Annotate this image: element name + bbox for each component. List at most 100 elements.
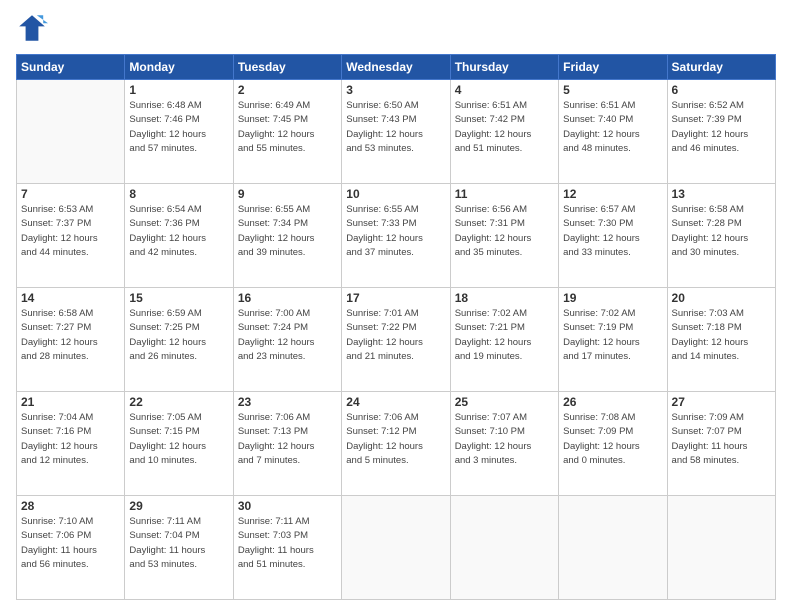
calendar-cell: 22Sunrise: 7:05 AM Sunset: 7:15 PM Dayli…: [125, 392, 233, 496]
calendar-week-row: 21Sunrise: 7:04 AM Sunset: 7:16 PM Dayli…: [17, 392, 776, 496]
calendar-cell: [17, 80, 125, 184]
calendar-cell: 1 Sunrise: 6:48 AM Sunset: 7:46 PM Daylig…: [125, 80, 233, 184]
calendar-cell: 10 Sunrise: 6:55 AM Sunset: 7:33 PM Dayli…: [342, 184, 450, 288]
logo-icon: [16, 12, 48, 44]
day-info: Sunrise: 6:59 AM Sunset: 7:25 PM Dayligh…: [129, 307, 228, 364]
day-info: Sunrise: 7:06 AM Sunset: 7:13 PM Dayligh…: [238, 411, 337, 468]
day-number: 25: [455, 395, 554, 409]
day-info: Sunrise: 7:11 AM Sunset: 7:04 PM Dayligh…: [129, 515, 228, 572]
day-info: Sunrise: 6:56 AM Sunset: 7:31 PM Dayligh…: [455, 203, 554, 260]
calendar-cell: 15 Sunrise: 6:59 AM Sunset: 7:25 PM Dayli…: [125, 288, 233, 392]
day-number: 16: [238, 291, 337, 305]
day-info: Sunrise: 6:53 AM Sunset: 7:37 PM Dayligh…: [21, 203, 120, 260]
day-info: Sunrise: 6:51 AM Sunset: 7:40 PM Dayligh…: [563, 99, 662, 156]
day-number: 8: [129, 187, 228, 201]
calendar-week-row: 28 Sunrise: 7:10 AM Sunset: 7:06 PM Dayli…: [17, 496, 776, 600]
day-number: 29: [129, 499, 228, 513]
calendar-week-row: 1 Sunrise: 6:48 AM Sunset: 7:46 PM Daylig…: [17, 80, 776, 184]
day-number: 20: [672, 291, 771, 305]
day-info: Sunrise: 6:55 AM Sunset: 7:34 PM Dayligh…: [238, 203, 337, 260]
calendar-cell: 30 Sunrise: 7:11 AM Sunset: 7:03 PM Dayli…: [233, 496, 341, 600]
day-info: Sunrise: 7:04 AM Sunset: 7:16 PM Dayligh…: [21, 411, 120, 468]
day-info: Sunrise: 6:57 AM Sunset: 7:30 PM Dayligh…: [563, 203, 662, 260]
calendar-cell: 3 Sunrise: 6:50 AM Sunset: 7:43 PM Daylig…: [342, 80, 450, 184]
calendar-week-row: 7 Sunrise: 6:53 AM Sunset: 7:37 PM Daylig…: [17, 184, 776, 288]
day-number: 7: [21, 187, 120, 201]
calendar-cell: 13Sunrise: 6:58 AM Sunset: 7:28 PM Dayli…: [667, 184, 775, 288]
calendar-cell: 11 Sunrise: 6:56 AM Sunset: 7:31 PM Dayli…: [450, 184, 558, 288]
day-info: Sunrise: 7:08 AM Sunset: 7:09 PM Dayligh…: [563, 411, 662, 468]
day-number: 3: [346, 83, 445, 97]
calendar-cell: 2Sunrise: 6:49 AM Sunset: 7:45 PM Daylig…: [233, 80, 341, 184]
day-number: 4: [455, 83, 554, 97]
weekday-header-wednesday: Wednesday: [342, 55, 450, 80]
day-info: Sunrise: 7:11 AM Sunset: 7:03 PM Dayligh…: [238, 515, 337, 572]
day-number: 13: [672, 187, 771, 201]
calendar-cell: 21Sunrise: 7:04 AM Sunset: 7:16 PM Dayli…: [17, 392, 125, 496]
day-number: 11: [455, 187, 554, 201]
day-info: Sunrise: 7:06 AM Sunset: 7:12 PM Dayligh…: [346, 411, 445, 468]
day-info: Sunrise: 7:10 AM Sunset: 7:06 PM Dayligh…: [21, 515, 120, 572]
calendar-cell: 4 Sunrise: 6:51 AM Sunset: 7:42 PM Daylig…: [450, 80, 558, 184]
day-info: Sunrise: 6:48 AM Sunset: 7:46 PM Dayligh…: [129, 99, 228, 156]
day-info: Sunrise: 6:49 AM Sunset: 7:45 PM Dayligh…: [238, 99, 337, 156]
day-number: 9: [238, 187, 337, 201]
calendar-cell: [559, 496, 667, 600]
day-number: 12: [563, 187, 662, 201]
day-info: Sunrise: 6:52 AM Sunset: 7:39 PM Dayligh…: [672, 99, 771, 156]
header: [16, 12, 776, 44]
calendar-table: SundayMondayTuesdayWednesdayThursdayFrid…: [16, 54, 776, 600]
day-number: 30: [238, 499, 337, 513]
weekday-header-saturday: Saturday: [667, 55, 775, 80]
day-number: 26: [563, 395, 662, 409]
calendar-cell: 26 Sunrise: 7:08 AM Sunset: 7:09 PM Dayli…: [559, 392, 667, 496]
day-number: 6: [672, 83, 771, 97]
calendar-cell: 5Sunrise: 6:51 AM Sunset: 7:40 PM Daylig…: [559, 80, 667, 184]
calendar-cell: [667, 496, 775, 600]
day-number: 27: [672, 395, 771, 409]
calendar-cell: 18Sunrise: 7:02 AM Sunset: 7:21 PM Dayli…: [450, 288, 558, 392]
day-info: Sunrise: 6:51 AM Sunset: 7:42 PM Dayligh…: [455, 99, 554, 156]
weekday-header-sunday: Sunday: [17, 55, 125, 80]
day-info: Sunrise: 7:01 AM Sunset: 7:22 PM Dayligh…: [346, 307, 445, 364]
calendar-cell: 7 Sunrise: 6:53 AM Sunset: 7:37 PM Daylig…: [17, 184, 125, 288]
day-info: Sunrise: 6:58 AM Sunset: 7:27 PM Dayligh…: [21, 307, 120, 364]
calendar-cell: 12 Sunrise: 6:57 AM Sunset: 7:30 PM Dayli…: [559, 184, 667, 288]
calendar-cell: 6 Sunrise: 6:52 AM Sunset: 7:39 PM Daylig…: [667, 80, 775, 184]
calendar-cell: 14Sunrise: 6:58 AM Sunset: 7:27 PM Dayli…: [17, 288, 125, 392]
calendar-cell: 17 Sunrise: 7:01 AM Sunset: 7:22 PM Dayli…: [342, 288, 450, 392]
calendar-cell: 8 Sunrise: 6:54 AM Sunset: 7:36 PM Daylig…: [125, 184, 233, 288]
calendar-cell: 19 Sunrise: 7:02 AM Sunset: 7:19 PM Dayli…: [559, 288, 667, 392]
weekday-header-friday: Friday: [559, 55, 667, 80]
day-number: 24: [346, 395, 445, 409]
calendar-cell: 9 Sunrise: 6:55 AM Sunset: 7:34 PM Daylig…: [233, 184, 341, 288]
day-number: 18: [455, 291, 554, 305]
weekday-header-tuesday: Tuesday: [233, 55, 341, 80]
weekday-header-monday: Monday: [125, 55, 233, 80]
day-info: Sunrise: 7:07 AM Sunset: 7:10 PM Dayligh…: [455, 411, 554, 468]
day-info: Sunrise: 7:09 AM Sunset: 7:07 PM Dayligh…: [672, 411, 771, 468]
calendar-cell: 27 Sunrise: 7:09 AM Sunset: 7:07 PM Dayli…: [667, 392, 775, 496]
calendar-cell: 25 Sunrise: 7:07 AM Sunset: 7:10 PM Dayli…: [450, 392, 558, 496]
day-info: Sunrise: 7:03 AM Sunset: 7:18 PM Dayligh…: [672, 307, 771, 364]
calendar-cell: 28 Sunrise: 7:10 AM Sunset: 7:06 PM Dayli…: [17, 496, 125, 600]
day-number: 19: [563, 291, 662, 305]
day-info: Sunrise: 6:55 AM Sunset: 7:33 PM Dayligh…: [346, 203, 445, 260]
calendar-cell: [342, 496, 450, 600]
day-number: 1: [129, 83, 228, 97]
day-number: 22: [129, 395, 228, 409]
calendar-week-row: 14Sunrise: 6:58 AM Sunset: 7:27 PM Dayli…: [17, 288, 776, 392]
day-number: 17: [346, 291, 445, 305]
day-number: 23: [238, 395, 337, 409]
day-info: Sunrise: 7:02 AM Sunset: 7:19 PM Dayligh…: [563, 307, 662, 364]
day-number: 10: [346, 187, 445, 201]
weekday-header-thursday: Thursday: [450, 55, 558, 80]
day-number: 15: [129, 291, 228, 305]
day-number: 28: [21, 499, 120, 513]
calendar-cell: 29 Sunrise: 7:11 AM Sunset: 7:04 PM Dayli…: [125, 496, 233, 600]
day-info: Sunrise: 6:54 AM Sunset: 7:36 PM Dayligh…: [129, 203, 228, 260]
calendar-cell: 23 Sunrise: 7:06 AM Sunset: 7:13 PM Dayli…: [233, 392, 341, 496]
day-info: Sunrise: 6:50 AM Sunset: 7:43 PM Dayligh…: [346, 99, 445, 156]
calendar-cell: [450, 496, 558, 600]
weekday-header-row: SundayMondayTuesdayWednesdayThursdayFrid…: [17, 55, 776, 80]
